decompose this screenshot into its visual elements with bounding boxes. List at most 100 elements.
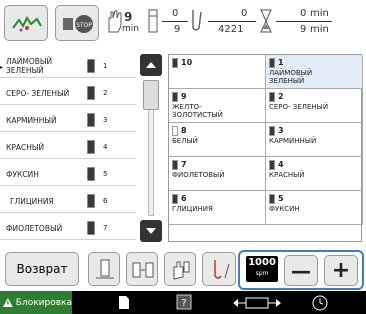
stitch-minutes-unit: min [122, 24, 139, 34]
needle-number: 5 [278, 194, 284, 203]
speed-unit: spm [255, 270, 269, 277]
thread-number: 6 [103, 197, 108, 205]
color-count-current: 0 [172, 8, 179, 19]
spool-icon [172, 92, 178, 102]
stitch-count-current: 0 [241, 8, 248, 19]
embroidery-preview-button[interactable] [4, 5, 48, 41]
time-total-unit: min [310, 24, 329, 35]
needle-number: 8 [181, 126, 187, 135]
needle-color-name: ЖЕЛТО- ЗОЛОТИСТЫЙ [172, 103, 223, 119]
needle-color-name: КРАСНЫЙ [269, 171, 305, 179]
needle-color-name: ЛАЙМОВЫЙ ЗЕЛЕНЫЙ [269, 69, 313, 85]
help-icon[interactable]: ? [176, 294, 192, 310]
needle-cell[interactable]: 8 БЕЛЫЙ [169, 123, 266, 157]
thread-name: СЕРО- ЗЕЛЕНЫЙ [6, 88, 70, 98]
hand-icon [108, 10, 122, 33]
scroll-up-button[interactable] [140, 54, 162, 76]
swap-spool-icon [132, 262, 154, 278]
needle-color-name: ФУКСИН [269, 205, 300, 213]
thread-list-item[interactable]: ГЛИЦИНИЯ 6 [0, 189, 136, 213]
lock-label: Блокировка [15, 297, 72, 308]
time-current-unit: min [310, 8, 329, 19]
stop-settings-button[interactable]: STOP [55, 5, 99, 41]
spool-icon [269, 194, 275, 204]
lock-button[interactable]: Блокировка [0, 291, 72, 314]
thread-color-list: ▸ ЛАЙМОВЫЙ ЗЕЛЕНЫЙ 1 СЕРО- ЗЕЛЕНЫЙ 2 КАР… [0, 54, 136, 242]
speed-value: 1000 [248, 257, 276, 268]
spool-icon [269, 92, 275, 102]
needle-thread-icon [214, 260, 230, 279]
thread-spool-icon [148, 9, 158, 33]
needle-number: 4 [278, 160, 284, 169]
spool-icon [87, 59, 95, 73]
spool-icon [172, 126, 178, 136]
needle-cell[interactable]: 3 КАРМИННЫЙ [266, 123, 363, 157]
thread-number: 4 [103, 143, 108, 151]
spool-icon [269, 126, 275, 136]
thread-hand-button[interactable] [164, 252, 196, 286]
thread-list-item[interactable]: КРАСНЫЙ 4 [0, 135, 136, 159]
spool-icon [87, 86, 95, 100]
thread-list-item[interactable]: ФИОЛЕТОВЫЙ 7 [0, 216, 136, 240]
needle-position-button[interactable] [202, 252, 236, 286]
top-toolbar: STOP 9 min 0 9 0 4221 0 min 9 min [0, 0, 366, 46]
needle-color-name: СЕРО- ЗЕЛЕНЫЙ [269, 103, 329, 111]
needle-cell[interactable]: 2 СЕРО- ЗЕЛЕНЫЙ [266, 89, 363, 123]
hourglass-icon [260, 9, 272, 33]
spool-icon [172, 160, 178, 170]
needle-icon [192, 10, 202, 31]
thread-list-scrollbar[interactable] [140, 54, 162, 242]
scroll-thumb[interactable] [143, 80, 159, 110]
arrow-down-icon [146, 228, 156, 234]
thread-spool-button[interactable] [88, 252, 120, 286]
needle-cell[interactable]: 4 КРАСНЫЙ [266, 157, 363, 191]
spool-icon [87, 113, 95, 127]
thread-number: 3 [103, 116, 108, 124]
needle-cell[interactable]: 9 ЖЕЛТО- ЗОЛОТИСТЫЙ [169, 89, 266, 123]
frame-move-icon[interactable] [232, 296, 282, 310]
stitch-count-total: 4221 [218, 24, 244, 35]
thread-number: 7 [103, 224, 108, 232]
spool-icon [269, 58, 275, 68]
needle-color-name: БЕЛЫЙ [172, 137, 198, 145]
needle-color-name: ФИОЛЕТОВЫЙ [172, 171, 225, 179]
speed-increase-button[interactable]: + [324, 255, 358, 286]
thread-name: ФУКСИН [6, 169, 39, 179]
spool-icon [172, 194, 178, 204]
thread-list-item[interactable]: СЕРО- ЗЕЛЕНЫЙ 2 [0, 81, 136, 105]
needle-color-name: ГЛИЦИНИЯ [172, 205, 213, 213]
thread-name: ГЛИЦИНИЯ [10, 196, 54, 206]
back-button[interactable]: Возврат [5, 252, 79, 286]
clock-icon[interactable] [312, 294, 328, 311]
needle-bar-grid: 10 1 ЛАЙМОВЫЙ ЗЕЛЕНЫЙ 9 ЖЕЛТО- ЗОЛОТИСТЫЙ … [168, 54, 363, 242]
thread-name: КАРМИННЫЙ [6, 115, 57, 125]
arrow-up-icon [146, 62, 156, 68]
thread-list-item[interactable]: ▸ ЛАЙМОВЫЙ ЗЕЛЕНЫЙ 1 [0, 54, 136, 78]
needle-number: 2 [278, 92, 284, 101]
thread-name: ФИОЛЕТОВЫЙ [6, 223, 63, 233]
needle-color-name: КАРМИННЫЙ [269, 137, 317, 145]
spool-icon [87, 167, 95, 181]
needle-number: 3 [278, 126, 284, 135]
speed-decrease-button[interactable]: — [284, 255, 318, 286]
thread-change-button[interactable] [126, 252, 158, 286]
needle-cell[interactable]: 7 ФИОЛЕТОВЫЙ [169, 157, 266, 191]
thread-number: 5 [103, 170, 108, 178]
needle-cell[interactable]: 6 ГЛИЦИНИЯ [169, 191, 266, 225]
needle-cell[interactable]: 5 ФУКСИН [266, 191, 363, 225]
scroll-down-button[interactable] [140, 220, 162, 242]
thread-list-item[interactable]: ФУКСИН 5 [0, 162, 136, 186]
svg-text:STOP: STOP [76, 22, 92, 29]
needle-number: 1 [278, 58, 284, 67]
thread-number: 2 [103, 89, 108, 97]
needle-cell[interactable]: 10 [169, 55, 266, 89]
document-icon[interactable] [118, 295, 130, 310]
needle-cell-active[interactable]: 1 ЛАЙМОВЫЙ ЗЕЛЕНЫЙ [266, 55, 363, 89]
thread-name: КРАСНЫЙ [6, 142, 45, 152]
stop-icon: STOP [63, 15, 93, 33]
thread-name: ЛАЙМОВЫЙ ЗЕЛЕНЫЙ [6, 57, 53, 75]
thread-list-item[interactable]: КАРМИННЫЙ 3 [0, 108, 136, 132]
stitch-divider [208, 21, 256, 22]
thread-number: 1 [103, 62, 108, 70]
spool-icon [87, 221, 95, 235]
